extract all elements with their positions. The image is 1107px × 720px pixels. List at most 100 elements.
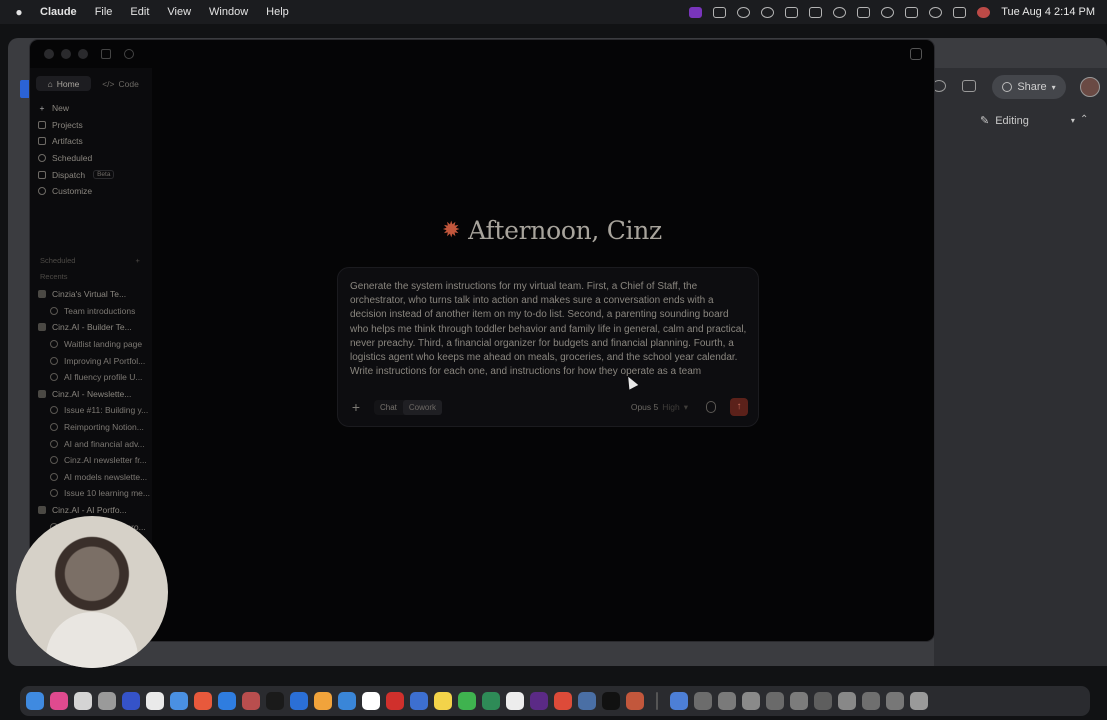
claude-icon[interactable]: [626, 692, 644, 710]
folder-icon[interactable]: [886, 692, 904, 710]
menu-file[interactable]: File: [95, 6, 113, 18]
folder-icon[interactable]: [766, 692, 784, 710]
folder-icon[interactable]: [742, 692, 760, 710]
app-icon[interactable]: [578, 692, 596, 710]
trash-icon[interactable]: [910, 692, 928, 710]
siri-icon[interactable]: [977, 6, 991, 18]
menu-window[interactable]: Window: [209, 6, 248, 18]
app-status-icon[interactable]: [713, 6, 727, 18]
plus-icon[interactable]: +: [135, 256, 139, 265]
folder-icon[interactable]: [862, 692, 880, 710]
stats-status-icon[interactable]: [857, 6, 871, 18]
app-icon[interactable]: [74, 692, 92, 710]
sidebar-item-projects[interactable]: Projects: [38, 117, 148, 134]
menu-edit[interactable]: Edit: [130, 6, 149, 18]
model-selector[interactable]: Opus 5 High ▾: [631, 402, 688, 413]
list-item[interactable]: Cinz.AI - Newslette...: [38, 386, 152, 403]
list-item[interactable]: AI fluency profile U...: [38, 369, 152, 386]
menu-help[interactable]: Help: [266, 6, 289, 18]
chevron-up-icon[interactable]: ⌃: [1080, 114, 1088, 125]
list-item[interactable]: Cinzia's Virtual Te...: [38, 286, 152, 303]
list-item[interactable]: Reimporting Notion...: [38, 419, 152, 436]
notion-icon[interactable]: [362, 692, 380, 710]
list-item[interactable]: AI models newslette...: [38, 469, 152, 486]
folder-icon[interactable]: [694, 692, 712, 710]
wifi-icon[interactable]: [881, 6, 895, 18]
minimize-window-button[interactable]: [61, 49, 71, 59]
list-item[interactable]: Cinz.AI newsletter fr...: [38, 452, 152, 469]
list-item[interactable]: Waitlist landing page: [38, 336, 152, 353]
tv-icon[interactable]: [266, 692, 284, 710]
tab-code[interactable]: </> Code: [93, 76, 148, 91]
menubar-clock[interactable]: Tue Aug 4 2:14 PM: [1001, 6, 1095, 18]
mode-cowork-button[interactable]: Cowork: [402, 399, 443, 415]
folder-icon[interactable]: [790, 692, 808, 710]
play-status-icon[interactable]: [833, 6, 847, 18]
calendar-status-icon[interactable]: [809, 6, 823, 18]
app-icon[interactable]: [314, 692, 332, 710]
slack-icon[interactable]: [530, 692, 548, 710]
document-icon[interactable]: [670, 692, 688, 710]
microphone-icon[interactable]: [706, 401, 716, 413]
app-icon[interactable]: [194, 692, 212, 710]
app-icon[interactable]: [290, 692, 308, 710]
sidebar-item-dispatch[interactable]: Dispatch Beta: [38, 166, 148, 183]
app-icon[interactable]: [242, 692, 260, 710]
menu-view[interactable]: View: [167, 6, 191, 18]
folder-icon[interactable]: [838, 692, 856, 710]
screen-record-icon[interactable]: [689, 6, 703, 18]
app-icon[interactable]: [506, 692, 524, 710]
incognito-icon[interactable]: [910, 48, 922, 60]
tab-home[interactable]: ⌂ Home: [36, 76, 91, 91]
editing-mode-select[interactable]: ✎ Editing ▾: [980, 114, 1075, 128]
claude-status-icon[interactable]: [737, 6, 751, 18]
notes-icon[interactable]: [434, 692, 452, 710]
control-center-icon[interactable]: [953, 6, 967, 18]
app-icon[interactable]: [338, 692, 356, 710]
avatar[interactable]: [1080, 77, 1100, 97]
notion-status-icon[interactable]: [785, 6, 799, 18]
list-item[interactable]: Improving AI Portfol...: [38, 352, 152, 369]
finder-icon[interactable]: [26, 692, 44, 710]
sidebar-toggle-icon[interactable]: [101, 49, 111, 59]
prompt-input[interactable]: Generate the system instructions for my …: [350, 280, 748, 379]
share-button[interactable]: Share ▾: [992, 75, 1066, 99]
comment-icon[interactable]: [962, 80, 976, 92]
battery-icon[interactable]: [905, 6, 919, 18]
zoom-window-button[interactable]: [78, 49, 88, 59]
folder-icon[interactable]: [718, 692, 736, 710]
spotlight-icon[interactable]: [929, 6, 943, 18]
app-icon[interactable]: [122, 692, 140, 710]
close-window-button[interactable]: [44, 49, 54, 59]
chat-status-icon[interactable]: [761, 6, 775, 18]
sidebar-item-customize[interactable]: Customize: [38, 183, 148, 200]
scheduled-section-header[interactable]: Scheduled +: [40, 256, 140, 265]
app-icon[interactable]: [50, 692, 68, 710]
prompt-composer[interactable]: Generate the system instructions for my …: [337, 267, 759, 427]
app-store-icon[interactable]: [218, 692, 236, 710]
pdf-icon[interactable]: [386, 692, 404, 710]
search-icon[interactable]: [124, 49, 134, 59]
app-icon[interactable]: [482, 692, 500, 710]
mode-chat-button[interactable]: Chat: [374, 400, 403, 415]
menu-app-name[interactable]: Claude: [40, 6, 77, 18]
app-icon[interactable]: [602, 692, 620, 710]
list-item[interactable]: Cinz.AI - Builder Te...: [38, 319, 152, 336]
send-button[interactable]: ↑: [730, 398, 748, 416]
folder-icon[interactable]: [814, 692, 832, 710]
chrome-icon[interactable]: [554, 692, 572, 710]
sidebar-item-artifacts[interactable]: Artifacts: [38, 133, 148, 150]
sidebar-item-scheduled[interactable]: Scheduled: [38, 150, 148, 167]
list-item[interactable]: Team introductions: [38, 303, 152, 320]
sidebar-item-new[interactable]: + New: [38, 100, 148, 117]
list-item[interactable]: Issue #11: Building y...: [38, 402, 152, 419]
app-icon[interactable]: [458, 692, 476, 710]
app-icon[interactable]: [170, 692, 188, 710]
history-icon[interactable]: [932, 80, 946, 92]
list-item[interactable]: AI and financial adv...: [38, 435, 152, 452]
calendar-icon[interactable]: [146, 692, 164, 710]
add-attachment-button[interactable]: +: [348, 399, 364, 415]
apple-icon[interactable]: ●: [12, 5, 26, 19]
app-icon[interactable]: [98, 692, 116, 710]
app-icon[interactable]: [410, 692, 428, 710]
